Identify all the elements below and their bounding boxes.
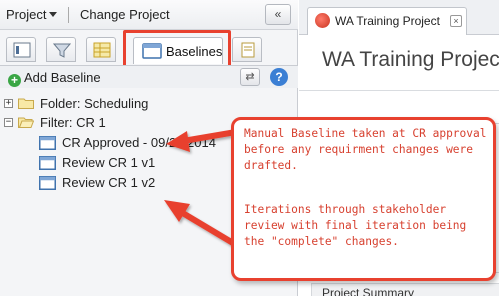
compare-button[interactable]: ⇄ xyxy=(240,68,260,86)
close-icon[interactable]: × xyxy=(450,15,462,27)
collapse-panel-button[interactable]: « xyxy=(265,4,291,25)
project-menu-label: Project xyxy=(6,7,47,22)
tree-folder-scheduling[interactable]: + Folder: Scheduling xyxy=(0,95,200,113)
plus-icon: + xyxy=(8,74,21,87)
tab-project[interactable]: WA Training Project × xyxy=(307,7,467,35)
tree-baseline-item[interactable]: CR Approved - 09/29/2014 xyxy=(0,134,240,152)
tree-filter-cr1[interactable]: − Filter: CR 1 xyxy=(0,114,200,132)
baseline-label: Review CR 1 v2 xyxy=(62,175,156,190)
document-tabbar: WA Training Project × xyxy=(299,0,499,35)
tab-grid[interactable] xyxy=(86,37,116,62)
tab-list[interactable] xyxy=(6,37,36,62)
baseline-icon xyxy=(39,176,56,190)
compare-icon: ⇄ xyxy=(245,71,255,83)
filter-icon xyxy=(53,43,71,58)
project-icon xyxy=(315,13,330,28)
tree-folder-label: Folder: Scheduling xyxy=(40,96,149,111)
expand-icon[interactable]: + xyxy=(4,99,13,108)
caret-down-icon xyxy=(49,12,58,17)
open-folder-icon xyxy=(18,117,34,128)
list-icon xyxy=(13,42,31,58)
help-icon[interactable]: ? xyxy=(270,68,288,86)
highlight-box xyxy=(123,30,231,68)
project-menu[interactable]: Project xyxy=(6,7,58,22)
baseline-label: CR Approved - 09/29/2014 xyxy=(62,135,216,150)
baseline-icon xyxy=(39,156,56,170)
project-summary-header[interactable]: Project Summary xyxy=(311,283,499,296)
project-bar: Project Change Project « xyxy=(0,0,298,30)
tree-filter-label: Filter: CR 1 xyxy=(40,115,106,130)
divider xyxy=(299,90,499,91)
baseline-toolbar: + Add Baseline ⇄ ? xyxy=(0,65,298,88)
add-baseline-label: Add Baseline xyxy=(24,70,101,85)
change-project-link[interactable]: Change Project xyxy=(80,7,170,22)
separator xyxy=(68,7,69,23)
grid-icon xyxy=(93,42,111,58)
tree-baseline-item[interactable]: Review CR 1 v2 xyxy=(0,174,200,192)
baseline-label: Review CR 1 v1 xyxy=(62,155,156,170)
folder-icon xyxy=(18,98,34,109)
baseline-icon xyxy=(39,136,56,150)
tree-baseline-item[interactable]: Review CR 1 v1 xyxy=(0,154,200,172)
tab-document[interactable] xyxy=(232,37,262,62)
project-summary-label: Project Summary xyxy=(322,286,415,296)
document-icon xyxy=(241,42,255,58)
page-title: WA Training Project xyxy=(322,48,499,71)
callout-paragraph-1: Manual Baseline taken at CR approval bef… xyxy=(244,127,487,172)
tab-filter[interactable] xyxy=(46,37,76,62)
annotation-callout: Manual Baseline taken at CR approval bef… xyxy=(231,117,496,281)
tab-project-label: WA Training Project xyxy=(335,14,440,28)
collapse-icon[interactable]: − xyxy=(4,118,13,127)
callout-paragraph-2: Iterations through stakeholder review wi… xyxy=(244,203,467,248)
add-baseline-button[interactable]: + Add Baseline xyxy=(8,70,101,87)
